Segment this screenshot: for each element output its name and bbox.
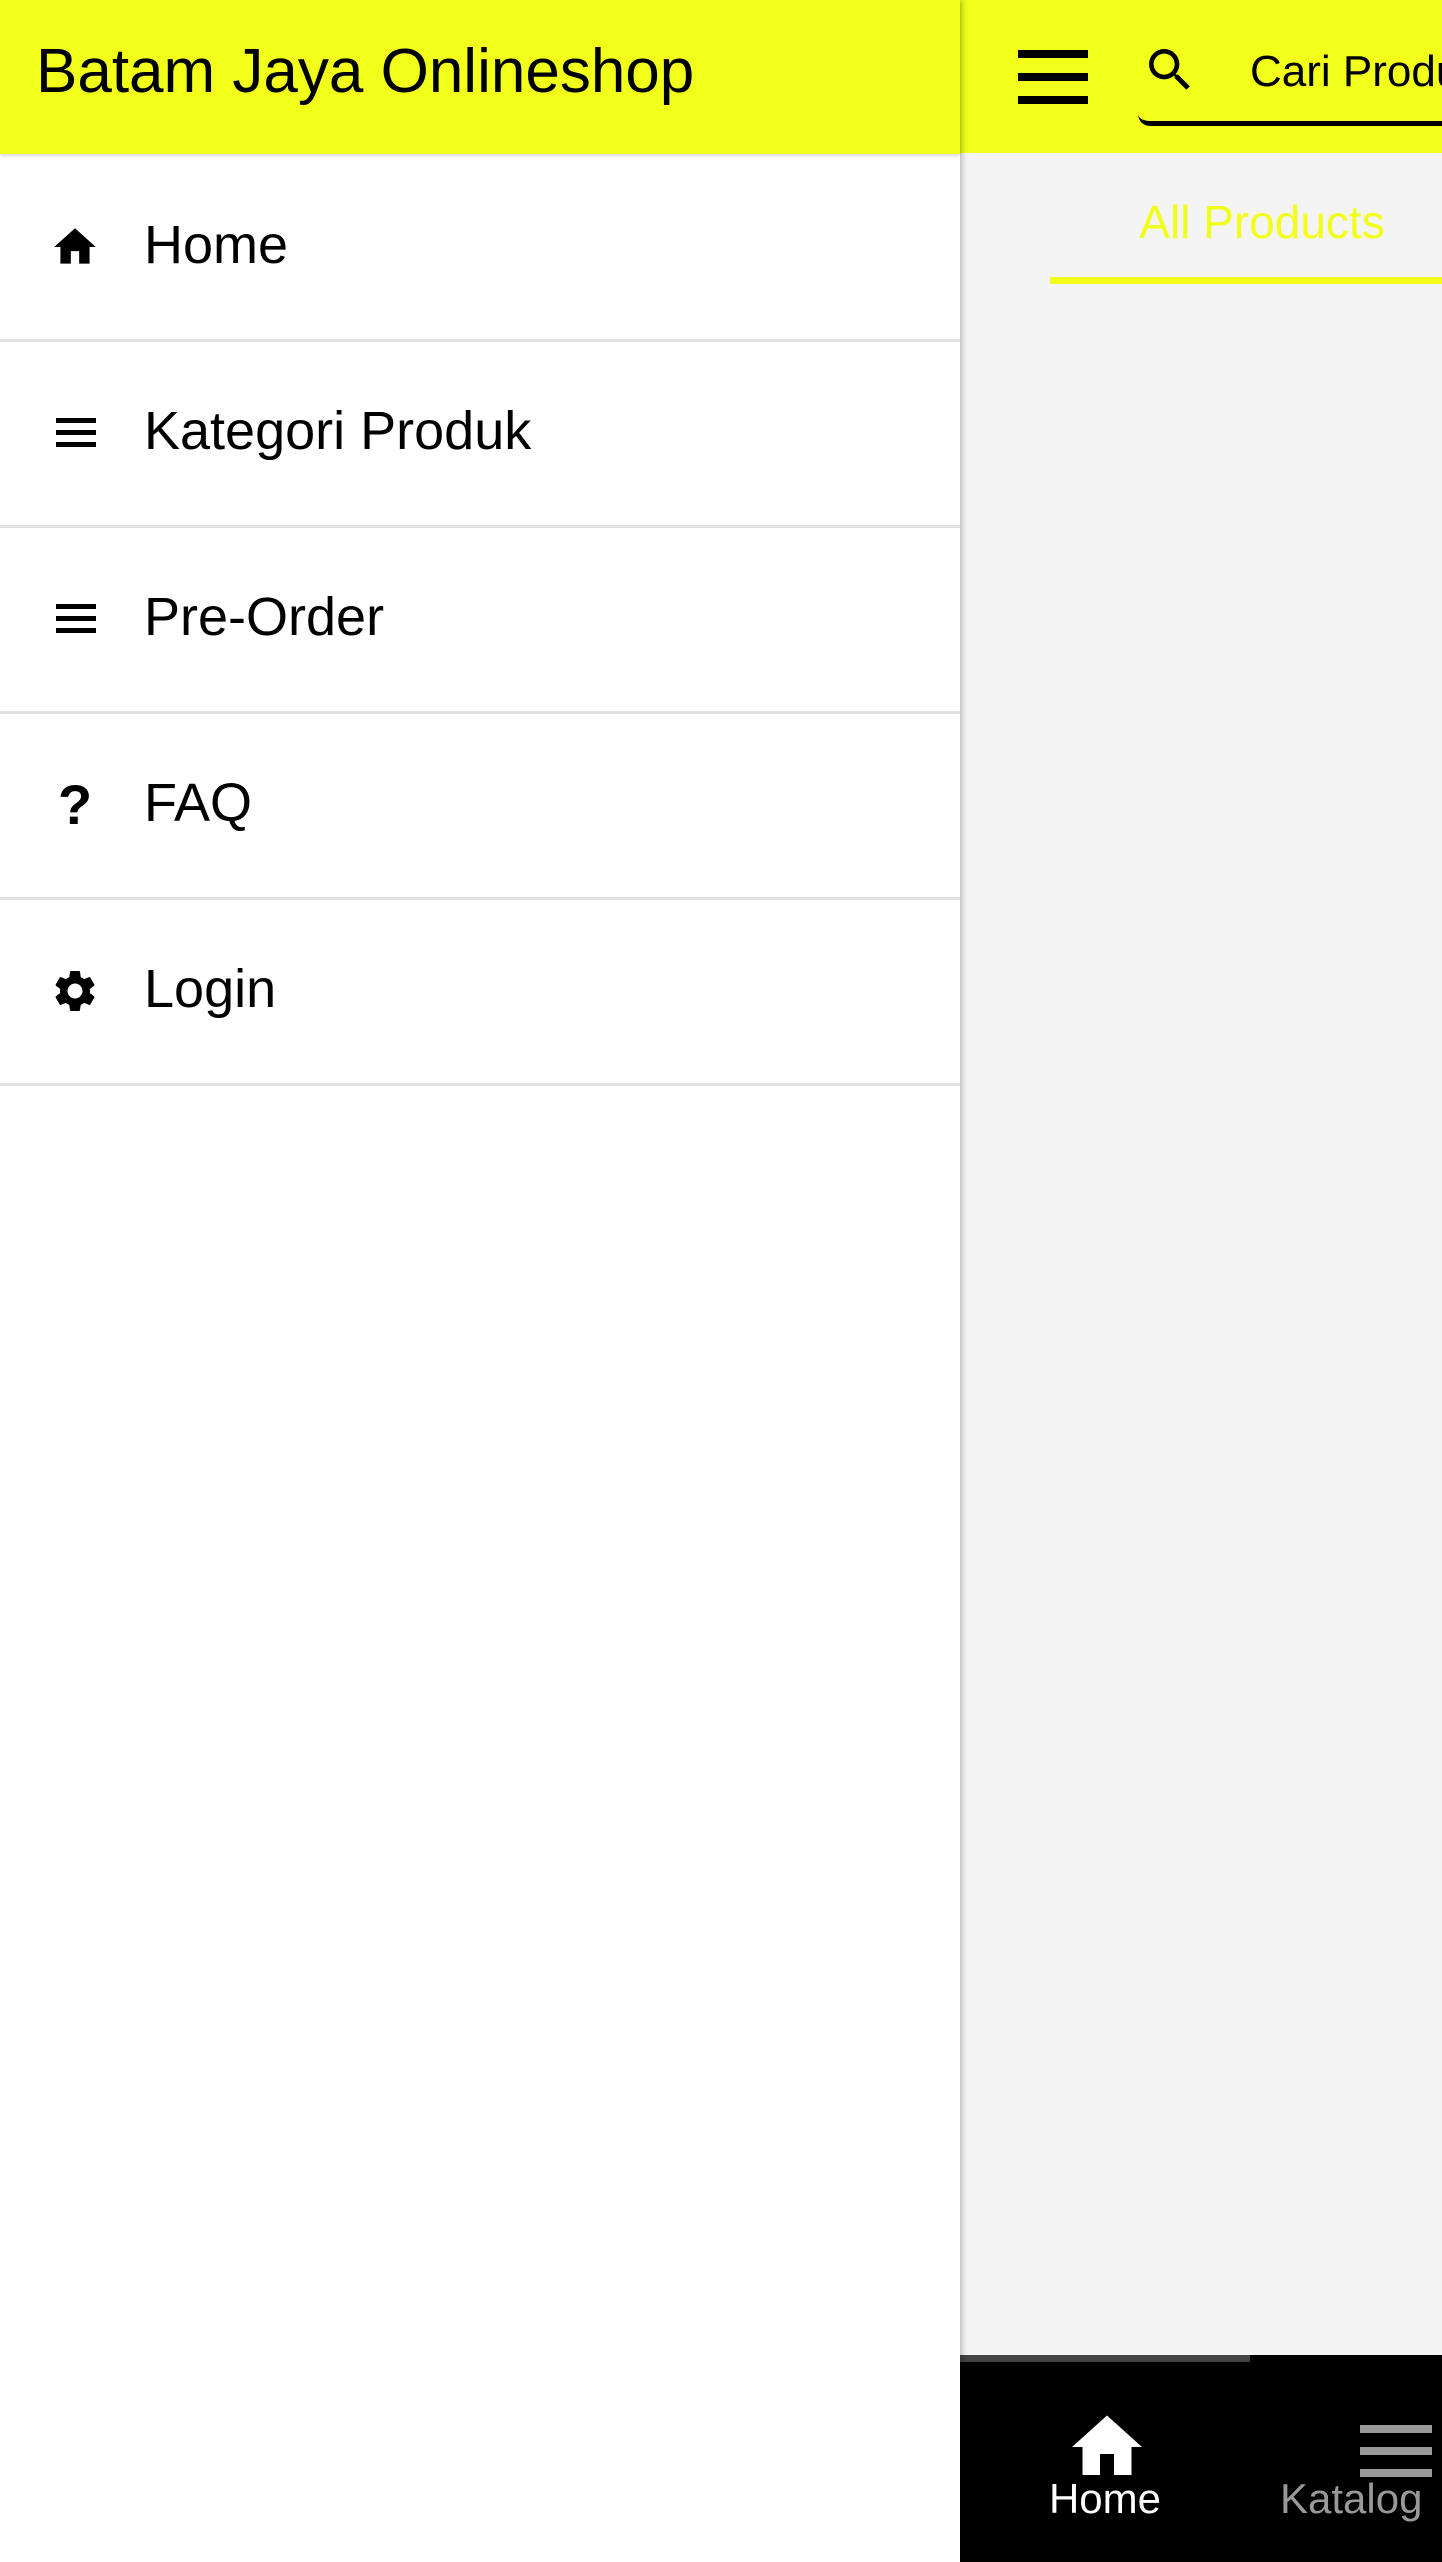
- search-input[interactable]: [1250, 42, 1442, 102]
- bottom-nav-label: Home: [1048, 2475, 1162, 2522]
- drawer-item-label: Login: [144, 959, 277, 1019]
- bottom-nav-label: Katalog: [1280, 2475, 1423, 2522]
- drawer-item-faq[interactable]: ? FAQ: [0, 714, 960, 900]
- tab-active-indicator: [1050, 277, 1442, 284]
- navigation-drawer: Batam Jaya Onlineshop Home Kategori Prod…: [0, 0, 960, 2562]
- list-icon: [50, 594, 100, 644]
- drawer-item-kategori-produk[interactable]: Kategori Produk: [0, 342, 960, 528]
- home-icon: [54, 228, 96, 264]
- tab-label: All Products: [1139, 196, 1385, 248]
- tab-all-products[interactable]: All Products: [1050, 153, 1442, 285]
- bottom-nav-home[interactable]: Home: [960, 2355, 1250, 2562]
- drawer-item-login[interactable]: Login: [0, 900, 960, 1086]
- gear-icon: [55, 971, 95, 1011]
- drawer-item-pre-order[interactable]: Pre-Order: [0, 528, 960, 714]
- question-icon: ?: [57, 773, 93, 836]
- tab-bar: All Products: [960, 153, 1442, 285]
- list-icon: [50, 408, 100, 458]
- search-icon[interactable]: [1140, 42, 1200, 98]
- bottom-navigation: Home Katalog: [960, 2355, 1442, 2562]
- drawer-menu: Home Kategori Produk Pre-Order ? FAQ Log…: [0, 156, 960, 1086]
- drawer-item-label: Pre-Order: [144, 587, 385, 647]
- drawer-item-label: FAQ: [144, 773, 253, 833]
- list-icon: [1360, 2425, 1432, 2477]
- drawer-header: Batam Jaya Onlineshop: [0, 0, 960, 154]
- bottom-nav-katalog[interactable]: Katalog: [1250, 2355, 1442, 2562]
- drawer-item-label: Kategori Produk: [144, 401, 532, 461]
- drawer-item-home[interactable]: Home: [0, 156, 960, 342]
- drawer-item-label: Home: [144, 215, 289, 275]
- drawer-title: Batam Jaya Onlineshop: [36, 37, 695, 106]
- menu-button[interactable]: [1018, 50, 1090, 104]
